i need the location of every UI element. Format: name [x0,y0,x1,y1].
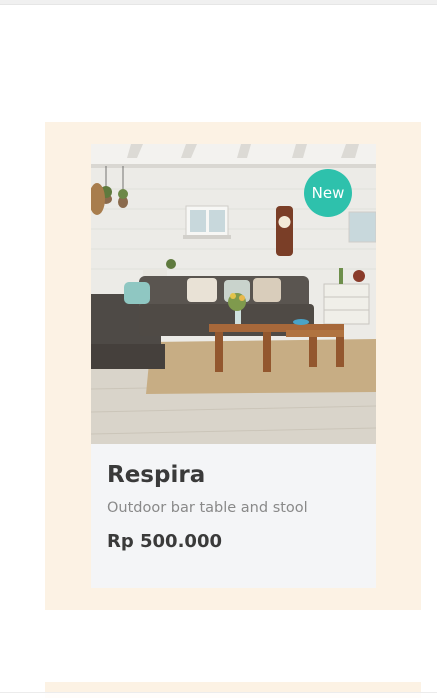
product-description: Outdoor bar table and stool [107,500,308,516]
product-title[interactable]: Respira [107,460,360,490]
product-card[interactable]: New Respira Outdoor bar table and stool … [91,144,376,588]
product-section: New Respira Outdoor bar table and stool … [45,122,421,610]
top-divider [0,0,437,5]
product-price: Rp 500.000 [107,531,222,552]
product-info: Respira Outdoor bar table and stool Rp 5… [107,460,360,554]
new-badge: New [304,169,352,217]
